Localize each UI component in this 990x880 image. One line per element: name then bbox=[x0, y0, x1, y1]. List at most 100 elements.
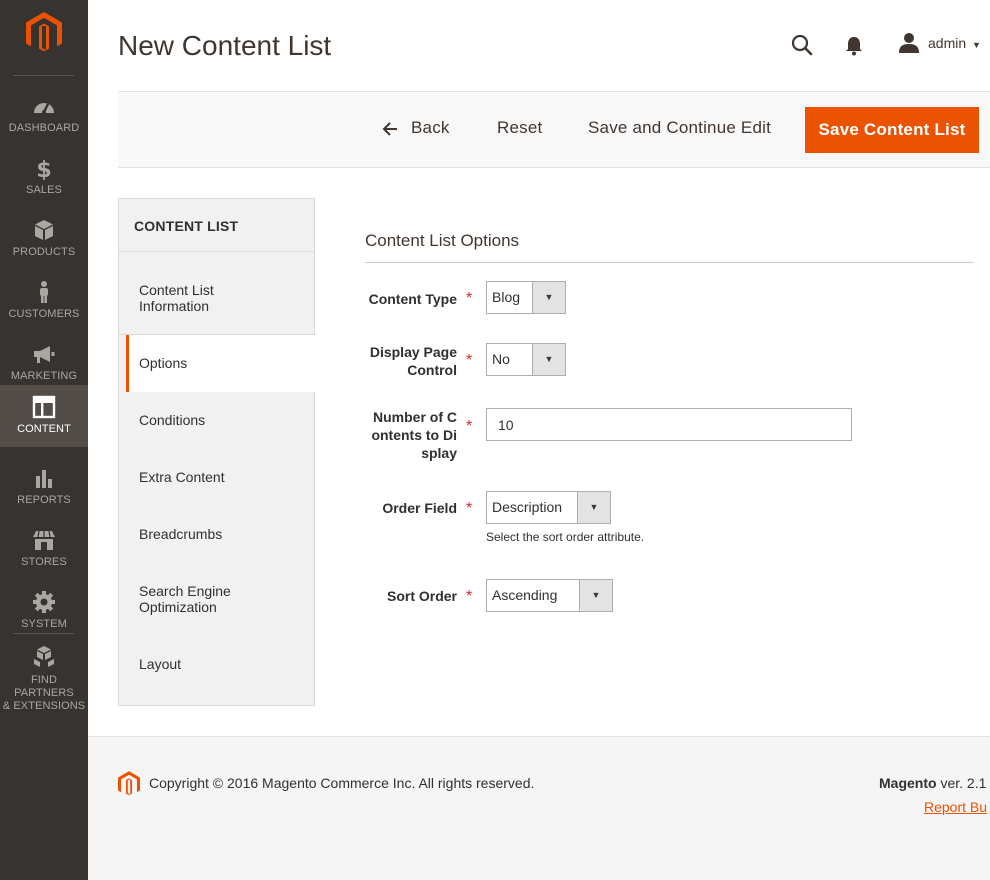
sidebar-item-content[interactable]: CONTENT bbox=[0, 385, 88, 447]
section-title: Content List Options bbox=[365, 231, 520, 250]
content-type-label: Content Type bbox=[368, 291, 457, 307]
tab-label-line: Search Engine bbox=[139, 583, 231, 599]
sidebar-label-line: FIND PARTNERS bbox=[14, 674, 74, 699]
sidebar-label: REPORTS bbox=[17, 494, 71, 506]
required-mark: * bbox=[466, 352, 473, 369]
sidebar-item-stores[interactable]: STORES bbox=[0, 518, 88, 580]
svg-text:$: $ bbox=[36, 158, 51, 180]
tab-label: Layout bbox=[139, 656, 182, 672]
gear-icon bbox=[33, 591, 55, 613]
report-bugs-link[interactable]: Report Bu bbox=[924, 799, 987, 815]
megaphone-icon bbox=[34, 346, 55, 363]
tab-options[interactable]: Options bbox=[126, 335, 315, 392]
label-line: Number of C bbox=[373, 409, 457, 425]
sidebar-divider bbox=[13, 75, 74, 76]
select-value: Blog bbox=[492, 289, 521, 305]
select-value: Description bbox=[492, 499, 563, 515]
sort-order-label: Sort Order bbox=[386, 588, 457, 604]
chevron-down-icon: ▼ bbox=[579, 580, 612, 611]
tab-label: Breadcrumbs bbox=[139, 526, 223, 542]
number-of-contents-input[interactable] bbox=[486, 408, 852, 441]
reset-button[interactable]: Reset bbox=[497, 118, 542, 138]
display-page-control-label: Display Page Control bbox=[357, 343, 457, 379]
tab-label-line: Optimization bbox=[139, 599, 217, 615]
tab-layout[interactable]: Layout bbox=[119, 636, 314, 693]
required-mark: * bbox=[466, 290, 473, 307]
page-actions-bar: Back Reset Save and Continue Edit Save C… bbox=[118, 91, 990, 168]
sidebar-item-dashboard[interactable]: DASHBOARD bbox=[0, 84, 88, 146]
tab-label: Extra Content bbox=[139, 469, 225, 485]
arrow-left-icon[interactable] bbox=[382, 122, 398, 136]
admin-sidebar: DASHBOARD $ SALES PRODUCTS CUSTOMERS MAR bbox=[0, 0, 88, 880]
sidebar-item-reports[interactable]: REPORTS bbox=[0, 456, 88, 518]
tab-content-list-information[interactable]: Content List Information bbox=[119, 252, 314, 335]
search-icon[interactable] bbox=[790, 33, 814, 57]
tab-conditions[interactable]: Conditions bbox=[119, 392, 314, 449]
label-line: Control bbox=[407, 362, 457, 378]
tab-label-line: Content List bbox=[139, 282, 214, 298]
order-field-label: Order Field bbox=[382, 500, 457, 516]
required-mark: * bbox=[466, 418, 473, 435]
bell-icon[interactable] bbox=[844, 34, 864, 56]
brand-name: Magento bbox=[879, 775, 937, 791]
user-menu-button[interactable]: admin bbox=[928, 35, 966, 51]
label-line: Display Page bbox=[369, 344, 457, 360]
dashboard-icon bbox=[34, 103, 54, 114]
user-icon[interactable] bbox=[898, 32, 920, 54]
chevron-down-icon[interactable]: ▼ bbox=[972, 40, 981, 50]
label-line: ontents to Di bbox=[371, 427, 457, 443]
select-value: No bbox=[492, 351, 510, 367]
order-field-note: Select the sort order attribute. bbox=[486, 530, 645, 544]
sidebar-label: CONTENT bbox=[17, 423, 71, 435]
section-divider bbox=[365, 262, 974, 263]
store-icon bbox=[33, 530, 55, 550]
page-footer: Copyright © 2016 Magento Commerce Inc. A… bbox=[88, 736, 990, 880]
sidebar-item-partners[interactable]: FIND PARTNERS & EXTENSIONS bbox=[0, 634, 88, 712]
sidebar-item-products[interactable]: PRODUCTS bbox=[0, 208, 88, 270]
bar-chart-icon bbox=[36, 470, 52, 488]
tab-search-engine-optimization[interactable]: Search Engine Optimization bbox=[119, 563, 314, 636]
required-mark: * bbox=[466, 588, 473, 605]
version-number: ver. 2.1 bbox=[940, 775, 987, 791]
select-value: Ascending bbox=[492, 587, 558, 603]
layout-icon bbox=[32, 395, 56, 419]
tab-label: Options bbox=[139, 355, 188, 371]
sort-order-select[interactable]: Ascending ▼ bbox=[486, 579, 613, 612]
chevron-down-icon: ▼ bbox=[532, 282, 565, 313]
label-line: splay bbox=[421, 445, 457, 461]
sidebar-label: SALES bbox=[26, 184, 62, 196]
sidebar-label-line: & EXTENSIONS bbox=[2, 700, 86, 712]
tab-label: Conditions bbox=[139, 412, 206, 428]
sidebar-label: PRODUCTS bbox=[12, 246, 76, 258]
content-list-tabs: CONTENT LIST Content List Information Op… bbox=[118, 198, 315, 706]
tabs-title: CONTENT LIST bbox=[134, 218, 239, 234]
tab-extra-content[interactable]: Extra Content bbox=[119, 449, 314, 506]
sidebar-item-sales[interactable]: $ SALES bbox=[0, 146, 88, 208]
save-and-continue-button[interactable]: Save and Continue Edit bbox=[588, 118, 771, 138]
person-icon bbox=[40, 281, 48, 303]
magento-logo-icon[interactable] bbox=[26, 12, 62, 54]
copyright-text: Copyright © 2016 Magento Commerce Inc. A… bbox=[149, 775, 535, 791]
number-of-contents-label: Number of C ontents to Di splay bbox=[357, 408, 457, 462]
tab-breadcrumbs[interactable]: Breadcrumbs bbox=[119, 506, 314, 563]
sidebar-label: DASHBOARD bbox=[8, 122, 80, 134]
content-type-select[interactable]: Blog ▼ bbox=[486, 281, 566, 314]
sidebar-label: CUSTOMERS bbox=[8, 308, 80, 320]
cubes-icon bbox=[34, 646, 54, 667]
required-mark: * bbox=[466, 500, 473, 517]
sidebar-label: FIND PARTNERS & EXTENSIONS bbox=[0, 674, 88, 713]
save-content-list-button[interactable]: Save Content List bbox=[805, 107, 979, 153]
version-text: Magento ver. 2.1 bbox=[879, 775, 986, 791]
sidebar-label: MARKETING bbox=[10, 370, 78, 382]
sidebar-item-customers[interactable]: CUSTOMERS bbox=[0, 270, 88, 332]
sidebar-label: SYSTEM bbox=[21, 618, 67, 630]
display-page-control-select[interactable]: No ▼ bbox=[486, 343, 566, 376]
order-field-select[interactable]: Description ▼ bbox=[486, 491, 611, 524]
tab-label-line: Information bbox=[139, 298, 210, 314]
back-button[interactable]: Back bbox=[411, 118, 450, 138]
box-icon bbox=[35, 220, 53, 240]
magento-logo-icon bbox=[118, 771, 140, 796]
chevron-down-icon: ▼ bbox=[577, 492, 610, 523]
page-title: New Content List bbox=[118, 30, 332, 61]
chevron-down-icon: ▼ bbox=[532, 344, 565, 375]
